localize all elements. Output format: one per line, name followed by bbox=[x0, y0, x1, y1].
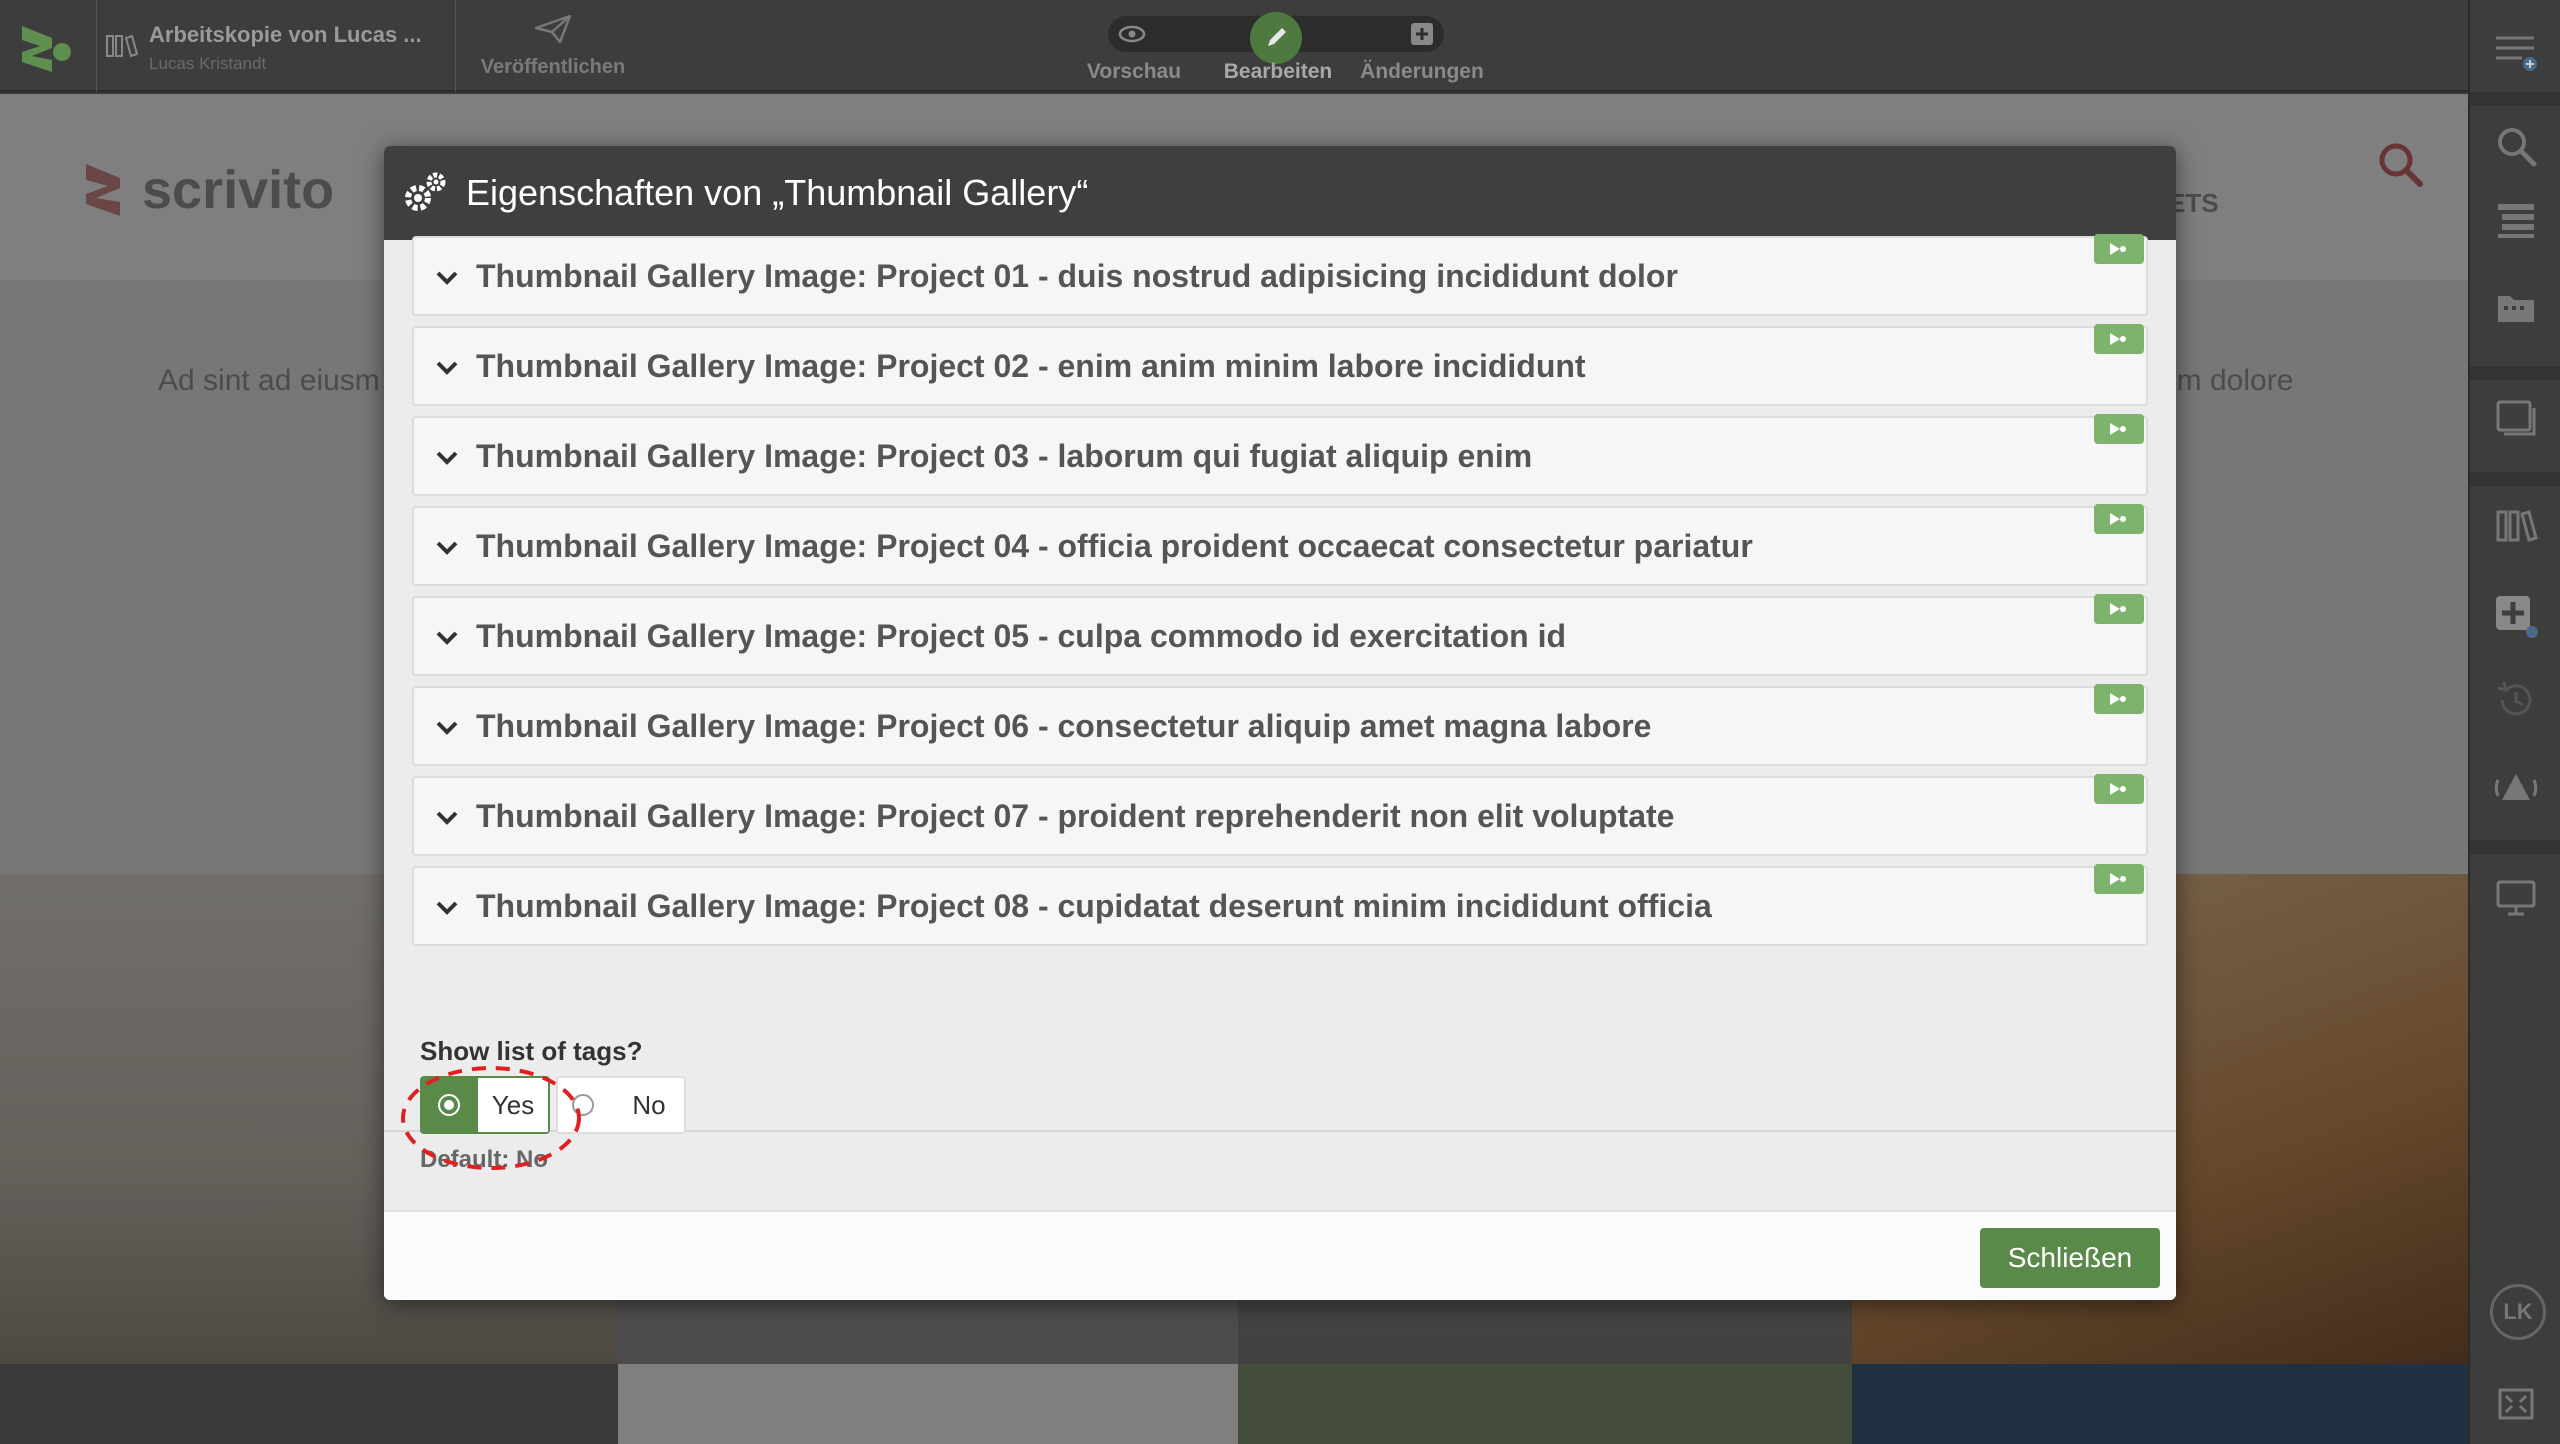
mode-label-changes[interactable]: Änderungen bbox=[1347, 60, 1497, 84]
gallery-item-accordion[interactable]: Thumbnail Gallery Image: Project 07 - pr… bbox=[412, 774, 2148, 856]
chevron-down-icon[interactable] bbox=[434, 445, 460, 471]
sidebar-add-widget[interactable] bbox=[2470, 576, 2560, 656]
dialog-footer: Schließen bbox=[384, 1210, 2176, 1300]
widget-handle[interactable] bbox=[2094, 684, 2144, 714]
dialog-title: Eigenschaften von „Thumbnail Gallery“ bbox=[466, 172, 1089, 213]
chevron-down-icon[interactable] bbox=[434, 805, 460, 831]
show-tags-label: Show list of tags? bbox=[420, 1036, 643, 1066]
gallery-item-label: Thumbnail Gallery Image: Project 06 - co… bbox=[476, 708, 1652, 744]
history-icon bbox=[2497, 681, 2532, 716]
widget-drag-icon bbox=[2110, 783, 2126, 795]
sidebar-divider bbox=[2470, 840, 2560, 854]
widget-drag-icon bbox=[2110, 603, 2126, 615]
widget-handle[interactable] bbox=[2094, 594, 2144, 624]
chevron-down-icon[interactable] bbox=[434, 535, 460, 561]
chevron-down-icon[interactable] bbox=[434, 355, 460, 381]
monitor-icon bbox=[2496, 880, 2536, 916]
gallery-item-label: Thumbnail Gallery Image: Project 01 - du… bbox=[476, 258, 1678, 294]
eye-icon[interactable] bbox=[1118, 20, 1146, 48]
sidebar-search[interactable] bbox=[2470, 106, 2560, 186]
gallery-item-label: Thumbnail Gallery Image: Project 04 - of… bbox=[476, 528, 1753, 564]
chevron-down-icon[interactable] bbox=[434, 265, 460, 291]
paper-plane-icon bbox=[534, 14, 572, 44]
gallery-item-accordion[interactable]: Thumbnail Gallery Image: Project 08 - cu… bbox=[412, 864, 2148, 946]
widget-handle[interactable] bbox=[2094, 504, 2144, 534]
editor-sidebar: LK bbox=[2468, 0, 2560, 1444]
fullscreen-icon bbox=[2498, 1388, 2534, 1420]
workspace-owner: Lucas Kristandt bbox=[149, 54, 267, 73]
sidebar-assets[interactable] bbox=[2470, 268, 2560, 348]
widget-drag-icon bbox=[2110, 873, 2126, 885]
mode-label-preview[interactable]: Vorschau bbox=[1059, 60, 1209, 84]
sidebar-list[interactable] bbox=[2470, 180, 2560, 260]
gallery-item-list: Thumbnail Gallery Image: Project 01 - du… bbox=[384, 234, 2176, 1132]
add-widget-icon bbox=[2496, 596, 2538, 638]
chevron-down-icon[interactable] bbox=[434, 715, 460, 741]
pencil-icon bbox=[1268, 28, 1286, 46]
gallery-item-accordion[interactable]: Thumbnail Gallery Image: Project 06 - co… bbox=[412, 684, 2148, 766]
widget-drag-icon bbox=[2110, 243, 2126, 255]
list-icon bbox=[2498, 204, 2534, 238]
sidebar-windows[interactable] bbox=[2470, 378, 2560, 458]
gallery-item-accordion[interactable]: Thumbnail Gallery Image: Project 01 - du… bbox=[412, 234, 2148, 316]
properties-dialog: Eigenschaften von „Thumbnail Gallery“ Th… bbox=[384, 146, 2176, 1300]
sidebar-notifications[interactable] bbox=[2470, 748, 2560, 828]
sidebar-fullscreen[interactable] bbox=[2470, 1364, 2560, 1444]
widget-drag-icon bbox=[2110, 333, 2126, 345]
widget-drag-icon bbox=[2110, 423, 2126, 435]
gallery-item-label: Thumbnail Gallery Image: Project 02 - en… bbox=[476, 348, 1586, 384]
sidebar-device-preview[interactable] bbox=[2470, 858, 2560, 938]
widget-handle[interactable] bbox=[2094, 864, 2144, 894]
sidebar-history[interactable] bbox=[2470, 660, 2560, 740]
gallery-item-label: Thumbnail Gallery Image: Project 07 - pr… bbox=[476, 798, 1675, 834]
user-avatar[interactable]: LK bbox=[2490, 1284, 2546, 1340]
widget-handle[interactable] bbox=[2094, 774, 2144, 804]
sidebar-workspaces[interactable] bbox=[2470, 486, 2560, 566]
radio-no-label: No bbox=[632, 1090, 666, 1120]
gallery-item-accordion[interactable]: Thumbnail Gallery Image: Project 04 - of… bbox=[412, 504, 2148, 586]
gears-icon bbox=[405, 172, 446, 211]
gallery-item-label: Thumbnail Gallery Image: Project 08 - cu… bbox=[476, 888, 1712, 924]
mode-switch-knob[interactable] bbox=[1250, 12, 1302, 64]
gallery-item-accordion[interactable]: Thumbnail Gallery Image: Project 03 - la… bbox=[412, 414, 2148, 496]
sidebar-divider bbox=[2470, 92, 2560, 106]
gallery-item-label: Thumbnail Gallery Image: Project 03 - la… bbox=[476, 438, 1533, 474]
mode-label-edit[interactable]: Bearbeiten bbox=[1203, 60, 1353, 84]
gallery-item-label: Thumbnail Gallery Image: Project 05 - cu… bbox=[476, 618, 1567, 654]
dialog-header: Eigenschaften von „Thumbnail Gallery“ bbox=[384, 146, 2176, 240]
folder-icon bbox=[2498, 296, 2534, 322]
editor-toolbar: Arbeitskopie von Lucas ... Lucas Kristan… bbox=[0, 0, 2560, 92]
gallery-item-accordion[interactable]: Thumbnail Gallery Image: Project 05 - cu… bbox=[412, 594, 2148, 676]
menu-plus-icon bbox=[2496, 36, 2537, 71]
alert-icon bbox=[2494, 774, 2538, 800]
chevron-down-icon[interactable] bbox=[434, 895, 460, 921]
widget-drag-icon bbox=[2110, 513, 2126, 525]
window-icon bbox=[2496, 400, 2536, 436]
widget-handle[interactable] bbox=[2094, 414, 2144, 444]
close-button[interactable]: Schließen bbox=[1980, 1228, 2160, 1288]
gallery-item-accordion[interactable]: Thumbnail Gallery Image: Project 02 - en… bbox=[412, 324, 2148, 406]
search-icon bbox=[2498, 128, 2537, 167]
library-icon bbox=[106, 34, 139, 58]
workspace-title: Arbeitskopie von Lucas ... bbox=[149, 22, 422, 47]
sidebar-menu[interactable] bbox=[2470, 10, 2560, 90]
workspace-selector[interactable]: Arbeitskopie von Lucas ... Lucas Kristan… bbox=[96, 0, 456, 92]
widget-handle[interactable] bbox=[2094, 234, 2144, 264]
publish-button[interactable]: Veröffentlichen bbox=[456, 0, 650, 92]
widget-drag-icon bbox=[2110, 693, 2126, 705]
library-icon bbox=[2496, 510, 2538, 542]
sidebar-divider bbox=[2470, 472, 2560, 486]
chevron-down-icon[interactable] bbox=[434, 625, 460, 651]
scrivito-logo-icon[interactable] bbox=[18, 22, 74, 74]
plus-square-icon[interactable] bbox=[1408, 20, 1436, 48]
highlight-annotation bbox=[401, 1066, 581, 1170]
publish-label: Veröffentlichen bbox=[480, 56, 626, 78]
widget-handle[interactable] bbox=[2094, 324, 2144, 354]
